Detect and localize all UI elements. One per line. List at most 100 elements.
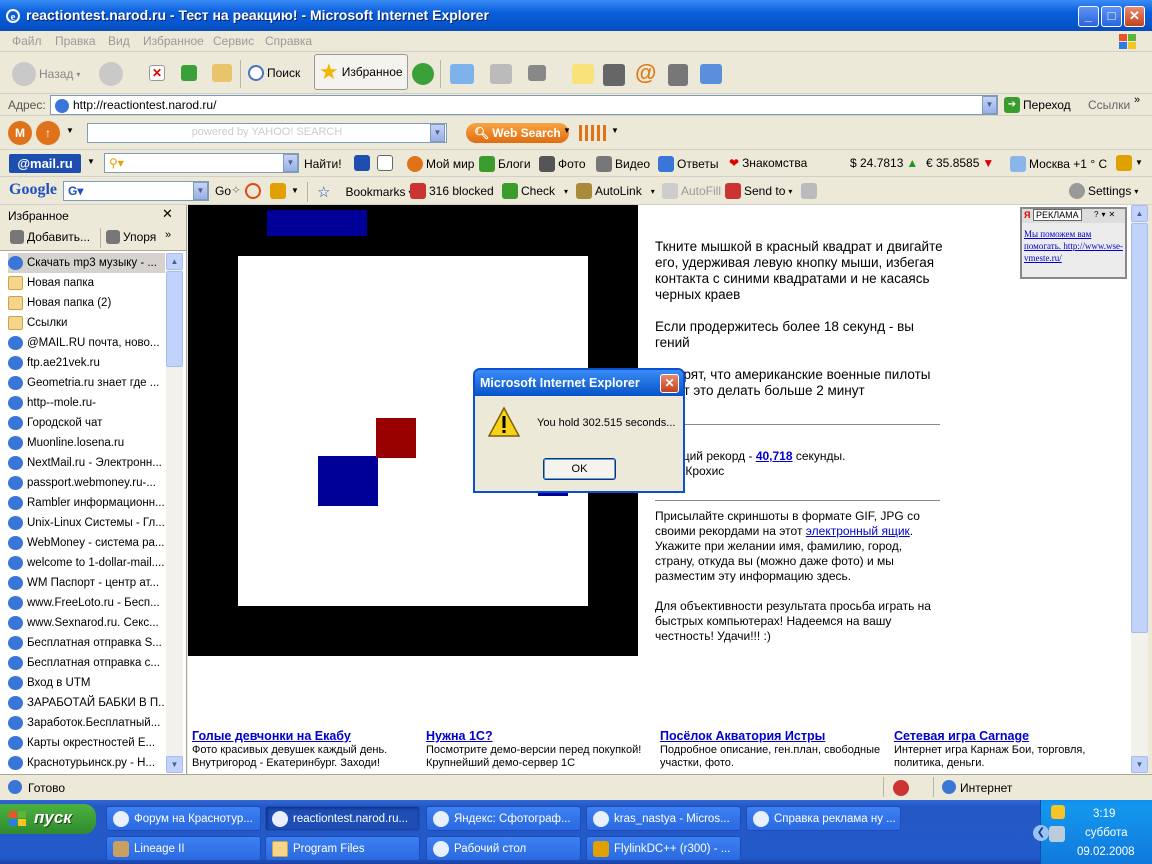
ad-controls[interactable]: ?▾✕	[1094, 210, 1118, 219]
settings-icon[interactable]	[1116, 155, 1132, 171]
favorite-item[interactable]: welcome to 1-dollar-mail....	[8, 553, 165, 573]
email-link[interactable]: электронный ящик	[806, 524, 910, 538]
favorite-item[interactable]: Заработок.Бесплатный...	[8, 713, 165, 733]
address-dropdown[interactable]: ▼	[982, 96, 997, 114]
favorite-item[interactable]: Краснотурьинск.ру - Н...	[8, 753, 165, 773]
forward-arrow-icon[interactable]	[99, 62, 123, 86]
maximize-button[interactable]: □	[1101, 6, 1122, 27]
favorites-scrollbar[interactable]: ▲ ▼	[166, 253, 183, 773]
favorites-button[interactable]: ★ Избранное	[314, 54, 408, 90]
google-dropdown[interactable]: ▼	[193, 182, 208, 200]
favorite-item[interactable]: www.FreeLoto.ru - Бесп...	[8, 593, 165, 613]
menu-favorites[interactable]: Избранное	[143, 34, 204, 48]
scroll-down-button[interactable]: ▼	[166, 756, 183, 773]
bottom-ad-title[interactable]: Нужна 1С?	[426, 729, 493, 743]
mailru-search-input[interactable]: ⚲▾	[104, 153, 299, 173]
google-autolink[interactable]: AutoLink ▾	[576, 183, 655, 199]
scroll-up-button[interactable]: ▲	[1131, 205, 1148, 222]
mail-icon[interactable]	[450, 64, 474, 84]
taskbar-item[interactable]: Program Files	[265, 836, 420, 861]
taskbar-item[interactable]: FlylinkDC++ (r300) - ...	[586, 836, 741, 861]
title-bar[interactable]: e reactiontest.narod.ru - Тест на реакци…	[0, 0, 1152, 31]
google-search-input[interactable]: G▾	[63, 181, 209, 201]
dialog-close-button[interactable]: ✕	[660, 374, 679, 393]
up-arrow-icon[interactable]: ↑	[36, 121, 60, 145]
mail-m-icon[interactable]: M	[8, 121, 32, 145]
mailru-logo[interactable]: @mail.ru	[9, 154, 81, 173]
menu-tools[interactable]: Сервис	[213, 34, 254, 48]
favorite-item[interactable]: Бесплатная отправка с...	[8, 653, 165, 673]
yahoo-dropdown[interactable]: ▼	[430, 124, 445, 142]
clock-time[interactable]: 3:19	[1093, 808, 1115, 820]
start-button[interactable]: пуск	[0, 804, 96, 834]
yahoo-web-search-button[interactable]: 🔍︎ Web Search	[466, 123, 569, 143]
google-spellcheck[interactable]: Check ▾	[502, 183, 568, 199]
taskbar-item[interactable]: Форум на Краснотур...	[106, 806, 261, 831]
go-button[interactable]: ➔ Переход	[1004, 97, 1071, 113]
close-button[interactable]: ✕	[1124, 6, 1145, 27]
favorite-item[interactable]: passport.webmoney.ru-...	[8, 473, 165, 493]
links-label[interactable]: Ссылки	[1088, 98, 1130, 112]
taskbar-item-active[interactable]: reactiontest.narod.ru...	[265, 806, 420, 831]
edit-icon[interactable]	[528, 65, 546, 81]
refresh-icon[interactable]	[181, 65, 197, 81]
privacy-icon[interactable]	[893, 780, 909, 796]
google-popup-blocker[interactable]: 316 blocked	[410, 183, 494, 199]
favorite-item[interactable]: Бесплатная отправка S...	[8, 633, 165, 653]
address-input[interactable]: http://reactiontest.narod.ru/	[50, 95, 998, 115]
ok-button[interactable]: OK	[543, 458, 616, 480]
menu-file[interactable]: Файл	[12, 34, 42, 48]
organize-favorites-button[interactable]: Упоря	[106, 230, 156, 244]
back-button[interactable]: Назад ▾	[12, 62, 80, 86]
scroll-up-button[interactable]: ▲	[166, 253, 183, 270]
signal-bars-icon[interactable]	[579, 125, 607, 141]
print-icon[interactable]	[490, 64, 512, 84]
menu-edit[interactable]: Правка	[55, 34, 96, 48]
taskbar-item[interactable]: Lineage II	[106, 836, 261, 861]
taskbar-item[interactable]: Яндекс: Сфотограф...	[426, 806, 581, 831]
mailru-blogs[interactable]: Блоги	[479, 156, 531, 172]
chevron-left-icon[interactable]: ❮	[1033, 825, 1049, 841]
ad-link[interactable]: Мы поможем вам помогать. http://www.wse-…	[1024, 228, 1124, 264]
mailru-photo[interactable]: Фото	[539, 156, 586, 172]
favorite-item[interactable]: Карты окрестностей Е...	[8, 733, 165, 753]
home-icon[interactable]	[212, 64, 232, 82]
taskbar-item[interactable]: Справка реклама ну ...	[746, 806, 901, 831]
mailru-find-button[interactable]: Найти!	[304, 157, 342, 171]
taskbar-item[interactable]: Рабочий стол	[426, 836, 581, 861]
scroll-down-button[interactable]: ▼	[1131, 756, 1148, 773]
messenger-icon[interactable]	[668, 64, 688, 86]
paperclip-icon[interactable]	[801, 183, 817, 199]
favorite-item[interactable]: NextMail.ru - Электронн...	[8, 453, 165, 473]
page-scrollbar[interactable]: ▲ ▼	[1131, 205, 1148, 774]
chevron-right-icon[interactable]: »	[1134, 94, 1140, 106]
google-autofill[interactable]: AutoFill	[662, 183, 721, 199]
minimize-button[interactable]: _	[1078, 6, 1099, 27]
yahoo-search-input[interactable]: powered by YAHOO! SEARCH	[87, 123, 447, 143]
favorite-item[interactable]: Новая папка	[8, 273, 165, 293]
favorite-item[interactable]: Rambler информационн...	[8, 493, 165, 513]
stop-icon[interactable]: ✕	[149, 65, 165, 81]
google-go-button[interactable]: Go	[215, 184, 231, 198]
favorite-item[interactable]: Новая папка (2)	[8, 293, 165, 313]
weather[interactable]: Москва +1 ° C	[1010, 156, 1107, 172]
chevron-right-icon[interactable]: »	[165, 229, 171, 241]
favorite-item[interactable]: @MAIL.RU почта, ново...	[8, 333, 165, 353]
favorite-item[interactable]: Muonline.losena.ru	[8, 433, 165, 453]
research-icon[interactable]	[603, 64, 625, 86]
menu-help[interactable]: Справка	[265, 34, 312, 48]
google-settings[interactable]: Settings ▾	[1069, 183, 1138, 199]
network-icon[interactable]	[1049, 826, 1065, 842]
history-icon[interactable]	[412, 63, 434, 85]
google-send-to[interactable]: Send to ▾	[725, 183, 792, 199]
ad-box[interactable]: Я РЕКЛАМА ?▾✕ Мы поможем вам помогать. h…	[1020, 207, 1127, 279]
discuss-icon[interactable]	[572, 64, 594, 84]
mailru-at-icon[interactable]: @	[635, 60, 656, 86]
scroll-thumb[interactable]	[166, 271, 183, 367]
swirl-icon[interactable]	[245, 183, 261, 199]
favorite-item[interactable]: Городской чат	[8, 413, 165, 433]
close-icon[interactable]: ✕	[162, 206, 173, 222]
add-favorite-button[interactable]: Добавить...	[10, 230, 90, 244]
google-bookmarks[interactable]: ☆Bookmarks▾	[317, 183, 413, 201]
mailru-answers[interactable]: Ответы	[658, 156, 718, 172]
